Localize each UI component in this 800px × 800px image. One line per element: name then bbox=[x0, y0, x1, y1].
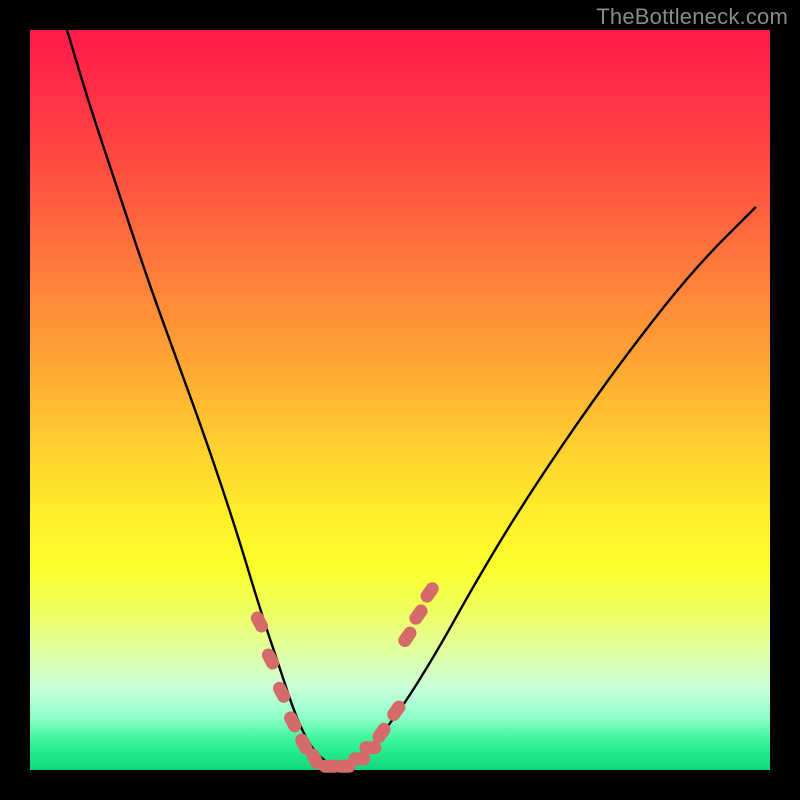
plot-area bbox=[30, 30, 770, 770]
curve-marker bbox=[282, 709, 304, 735]
chart-frame: TheBottleneck.com bbox=[0, 0, 800, 800]
watermark-text: TheBottleneck.com bbox=[596, 4, 788, 30]
curve-marker bbox=[396, 624, 419, 649]
bottleneck-curve bbox=[67, 30, 755, 765]
curve-markers bbox=[248, 580, 441, 773]
curve-marker bbox=[348, 752, 370, 765]
curve-marker bbox=[407, 602, 430, 627]
curve-marker bbox=[418, 580, 441, 605]
curve-layer bbox=[30, 30, 770, 770]
curve-marker bbox=[271, 680, 293, 706]
curve-marker bbox=[260, 646, 282, 672]
curve-marker bbox=[359, 741, 381, 754]
